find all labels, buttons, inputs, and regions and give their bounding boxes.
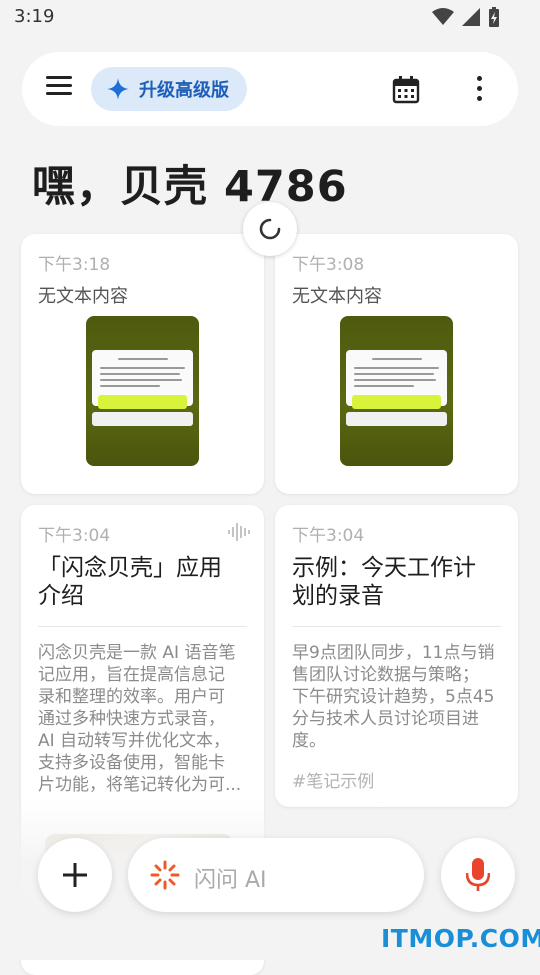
record-button[interactable]	[441, 838, 515, 912]
note-body-line: 下午研究设计趋势，5点45	[292, 687, 495, 707]
note-card[interactable]: 下午3:18 无文本内容	[21, 234, 264, 494]
upgrade-premium-button[interactable]: 升级高级版	[91, 67, 247, 111]
divider	[292, 626, 501, 627]
more-vert-icon	[476, 76, 482, 81]
note-body-line: 通过多种快速方式录音，	[38, 709, 225, 729]
note-card[interactable]: 下午3:04 示例：今天工作计 划的录音 早9点团队同步，11点与销 售团队讨论…	[275, 505, 518, 807]
note-time: 下午3:08	[292, 255, 365, 275]
audio-wave-icon	[228, 523, 250, 541]
note-body-line: 早9点团队同步，11点与销	[292, 643, 495, 663]
more-options-button[interactable]	[474, 76, 484, 104]
screenshot-thumbnail[interactable]	[86, 316, 199, 466]
note-body-line: AI 自动转写并优化文本，	[38, 731, 231, 751]
wifi-icon	[432, 8, 454, 25]
microphone-icon	[466, 858, 490, 891]
note-body-line: 记应用，旨在提高信息记	[38, 665, 225, 685]
add-note-button[interactable]	[38, 838, 112, 912]
ai-spark-icon	[150, 860, 180, 890]
ask-ai-bar[interactable]: 闪问 AI	[128, 838, 424, 912]
note-title-line: 「闪念贝壳」应用	[38, 555, 222, 581]
status-time: 3:19	[14, 6, 55, 27]
note-time: 下午3:18	[38, 255, 111, 275]
loading-icon	[259, 218, 281, 240]
status-icons	[432, 7, 500, 27]
signal-icon	[462, 8, 480, 26]
note-time: 下午3:04	[38, 526, 111, 546]
sparkle-icon	[107, 78, 129, 100]
note-body-line: 分与技术人员讨论项目进	[292, 709, 479, 729]
note-time: 下午3:04	[292, 526, 365, 546]
ask-ai-label: 闪问 AI	[194, 868, 267, 893]
menu-icon	[46, 76, 72, 79]
note-body-line: 录和整理的效率。用户可	[38, 687, 225, 707]
note-subtitle: 无文本内容	[38, 286, 128, 307]
note-body-line: 片功能，将笔记转化为可...	[38, 775, 242, 795]
note-title-line: 划的录音	[292, 583, 384, 609]
note-card[interactable]: 下午3:08 无文本内容	[275, 234, 518, 494]
calendar-icon[interactable]	[392, 76, 420, 104]
note-subtitle: 无文本内容	[292, 286, 382, 307]
plus-icon	[63, 863, 87, 887]
screenshot-thumbnail[interactable]	[340, 316, 453, 466]
greeting-title: 嘿，贝壳 4786	[32, 162, 348, 212]
note-body-line: 度。	[292, 731, 326, 751]
note-body-line: 售团队讨论数据与策略；	[292, 665, 479, 685]
divider	[38, 626, 247, 627]
note-title-line: 介绍	[38, 583, 84, 609]
status-bar: 3:19	[0, 0, 540, 36]
top-toolbar: 升级高级版	[22, 52, 518, 126]
refresh-spinner	[243, 202, 297, 256]
upgrade-label: 升级高级版	[139, 80, 229, 101]
note-body-line: 闪念贝壳是一款 AI 语音笔	[38, 643, 236, 663]
battery-icon	[489, 7, 499, 27]
note-tag[interactable]: #笔记示例	[292, 767, 374, 792]
note-title-line: 示例：今天工作计	[292, 555, 476, 581]
watermark-logo: ITMOP.COM	[381, 924, 540, 953]
menu-button[interactable]	[46, 76, 72, 102]
note-body-line: 支持多设备使用，智能卡	[38, 753, 225, 773]
